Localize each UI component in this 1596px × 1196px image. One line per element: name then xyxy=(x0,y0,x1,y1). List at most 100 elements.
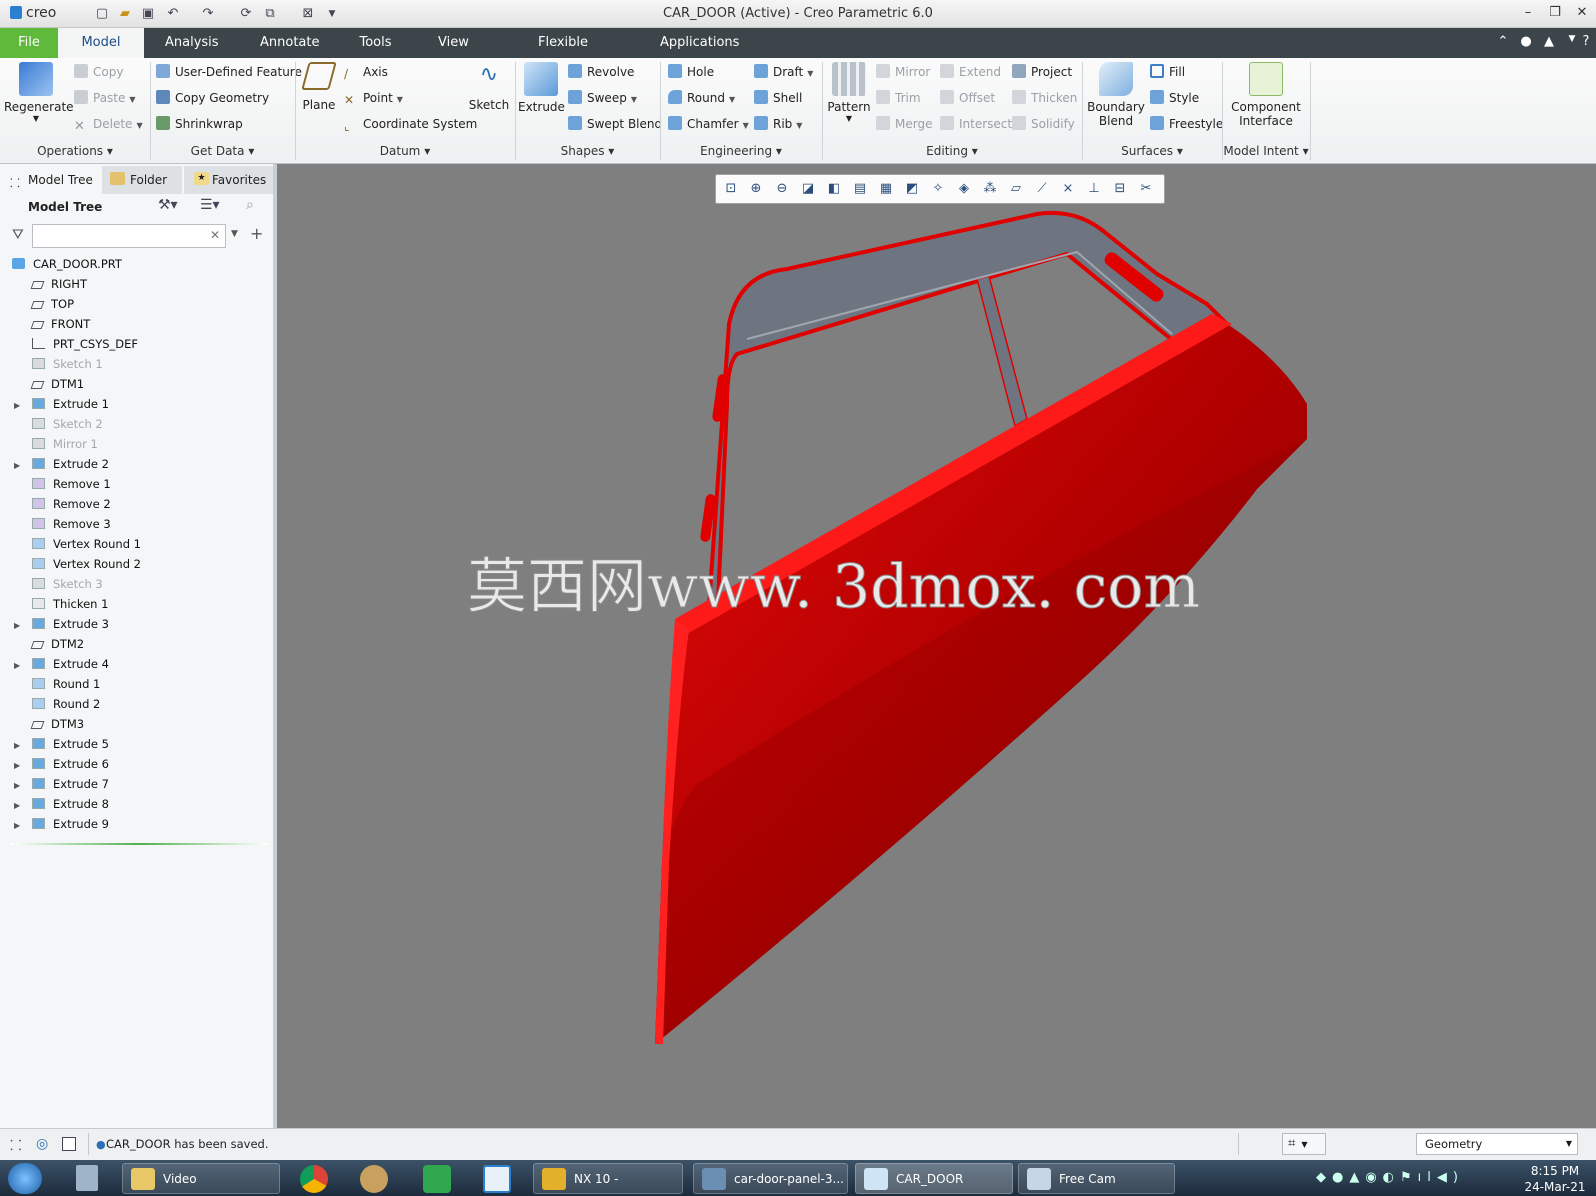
tab-analysis[interactable]: Analysis xyxy=(155,28,225,58)
operations-group-label[interactable]: Operations ▾ xyxy=(0,144,150,162)
freestyle-button[interactable]: Freestyle xyxy=(1150,113,1223,135)
filter-icon[interactable]: ⛛ xyxy=(12,227,24,243)
minimize-icon[interactable]: – xyxy=(1518,5,1538,23)
tab-annotate[interactable]: Annotate xyxy=(250,28,322,58)
saved-orientations-icon[interactable]: ▤ xyxy=(851,180,869,198)
taskbar-item-car-door-panel[interactable]: car-door-panel-3... xyxy=(693,1163,848,1194)
axis-button[interactable]: / Axis xyxy=(344,61,388,83)
tree-item[interactable]: Sketch 1 xyxy=(14,354,103,374)
component-interface-button[interactable]: Component Interface xyxy=(1226,62,1306,128)
sweep-button[interactable]: Sweep ▼ xyxy=(568,87,637,109)
tree-toggle-icon[interactable]: ⸬ xyxy=(10,1136,22,1155)
solidify-button[interactable]: Solidify xyxy=(1012,113,1075,135)
expand-arrow-icon[interactable]: ▶ xyxy=(14,816,26,836)
expand-arrow-icon[interactable]: ▶ xyxy=(14,616,26,636)
tree-filter-input[interactable] xyxy=(32,224,226,248)
datum-group-label[interactable]: Datum ▾ xyxy=(295,144,515,162)
point-button[interactable]: ✕ Point ▼ xyxy=(344,87,403,109)
tree-item[interactable]: Remove 2 xyxy=(14,494,111,514)
tree-item[interactable]: Remove 3 xyxy=(14,514,111,534)
axis-display-icon[interactable]: ⟋ xyxy=(1033,180,1051,198)
taskbar-item-video[interactable]: Video xyxy=(122,1163,280,1194)
tree-item[interactable]: DTM2 xyxy=(14,634,84,654)
shell-button[interactable]: Shell xyxy=(754,87,802,109)
clear-filter-icon[interactable]: ✕ xyxy=(210,228,220,242)
expand-arrow-icon[interactable]: ▶ xyxy=(14,456,26,476)
perspective-icon[interactable]: ◩ xyxy=(903,180,921,198)
close-window-icon[interactable]: ⊠ xyxy=(300,6,316,22)
tree-columns-icon[interactable]: ☰▾ xyxy=(200,197,220,213)
delete-button[interactable]: ✕ Delete ▼ xyxy=(74,113,143,135)
pattern-button[interactable]: Pattern ▼ xyxy=(826,62,872,123)
copy-button[interactable]: Copy xyxy=(74,61,123,83)
tree-item[interactable]: Round 2 xyxy=(14,694,100,714)
tab-view[interactable]: View xyxy=(428,28,478,58)
editing-group-label[interactable]: Editing ▾ xyxy=(822,144,1082,162)
close-icon[interactable]: ✕ xyxy=(1572,5,1592,23)
customize-qat-icon[interactable]: ▼ xyxy=(324,6,340,22)
extend-button[interactable]: Extend xyxy=(940,61,1001,83)
view-manager-icon[interactable]: ▦ xyxy=(877,180,895,198)
scissors-icon[interactable]: ✂ xyxy=(1137,180,1155,198)
expand-arrow-icon[interactable]: ▶ xyxy=(14,796,26,816)
mirror-button[interactable]: Mirror xyxy=(876,61,930,83)
chat-icon[interactable] xyxy=(423,1165,451,1193)
annotation-display-icon[interactable]: ⊟ xyxy=(1111,180,1129,198)
udf-button[interactable]: User-Defined Feature xyxy=(156,61,302,83)
tree-item[interactable]: ▶ Extrude 1 xyxy=(14,394,109,414)
tree-item[interactable]: Vertex Round 1 xyxy=(14,534,141,554)
tab-applications[interactable]: Applications xyxy=(650,28,748,58)
merge-button[interactable]: Merge xyxy=(876,113,932,135)
tree-item[interactable]: ▶ Extrude 6 xyxy=(14,754,109,774)
shapes-group-label[interactable]: Shapes ▾ xyxy=(515,144,660,162)
tab-flexible-modeling[interactable]: Flexible Modeling xyxy=(503,28,623,80)
expand-arrow-icon[interactable]: ▶ xyxy=(14,776,26,796)
fill-button[interactable]: Fill xyxy=(1150,61,1185,83)
browser-toggle-icon[interactable]: ◎ xyxy=(36,1136,48,1152)
tree-item[interactable]: TOP xyxy=(14,294,74,314)
spin-center-icon[interactable]: ✧ xyxy=(929,180,947,198)
shading-icon[interactable]: ◈ xyxy=(955,180,973,198)
system-tray-icons[interactable]: ◆●▲◉◐⚑ıl◀) xyxy=(1316,1170,1464,1185)
expand-arrow-icon[interactable]: ▶ xyxy=(14,756,26,776)
csys-display-icon[interactable]: ⊥ xyxy=(1085,180,1103,198)
intersect-button[interactable]: Intersect xyxy=(940,113,1012,135)
tree-item[interactable]: RIGHT xyxy=(14,274,87,294)
tree-item[interactable]: DTM3 xyxy=(14,714,84,734)
tree-search-icon[interactable]: ⌕ xyxy=(246,197,254,213)
tree-item[interactable]: PRT_CSYS_DEF xyxy=(14,334,138,354)
tree-item[interactable]: ▶ Extrude 2 xyxy=(14,454,109,474)
minimize-ribbon-icon[interactable]: ⌃ xyxy=(1495,34,1511,49)
sketch-button[interactable]: ∿ Sketch xyxy=(468,62,510,112)
datum-display-icon[interactable]: ⁂ xyxy=(981,180,999,198)
expand-arrow-icon[interactable]: ▶ xyxy=(14,736,26,756)
tree-item[interactable]: FRONT xyxy=(14,314,90,334)
tree-item[interactable]: Thicken 1 xyxy=(14,594,108,614)
repaint-icon[interactable]: ◪ xyxy=(799,180,817,198)
regenerate-quick-icon[interactable]: ⟳ xyxy=(238,6,254,22)
tree-item[interactable]: ▶ Extrude 3 xyxy=(14,614,109,634)
zoom-in-icon[interactable]: ⊕ xyxy=(747,180,765,198)
plane-button[interactable]: Plane xyxy=(298,62,340,112)
refit-icon[interactable]: ⊡ xyxy=(722,180,740,198)
project-button[interactable]: Project xyxy=(1012,61,1072,83)
open-folder-icon[interactable]: ▰ xyxy=(117,6,133,22)
expand-arrow-icon[interactable]: ▶ xyxy=(14,396,26,416)
paste-button[interactable]: Paste ▼ xyxy=(74,87,136,109)
style-button[interactable]: Style xyxy=(1150,87,1199,109)
copy-geometry-button[interactable]: Copy Geometry xyxy=(156,87,269,109)
undo-icon[interactable]: ↶ xyxy=(165,6,181,22)
trim-button[interactable]: Trim xyxy=(876,87,921,109)
surfaces-group-label[interactable]: Surfaces ▾ xyxy=(1082,144,1222,162)
help-icon[interactable]: ? xyxy=(1578,34,1594,49)
rib-button[interactable]: Rib ▼ xyxy=(754,113,802,135)
car-door-model[interactable]: 莫西网www. 3dmox. com xyxy=(277,164,1596,1128)
find-button[interactable]: ⌗ ▼ xyxy=(1282,1133,1326,1155)
paint-icon[interactable] xyxy=(360,1165,388,1193)
chrome-icon[interactable] xyxy=(300,1165,328,1193)
tree-item[interactable]: ▶ Extrude 9 xyxy=(14,814,109,834)
add-filter-icon[interactable]: + xyxy=(250,224,263,243)
tree-item[interactable]: Remove 1 xyxy=(14,474,111,494)
creo-taskbar-icon[interactable] xyxy=(483,1165,511,1193)
fullscreen-icon[interactable] xyxy=(62,1137,76,1151)
